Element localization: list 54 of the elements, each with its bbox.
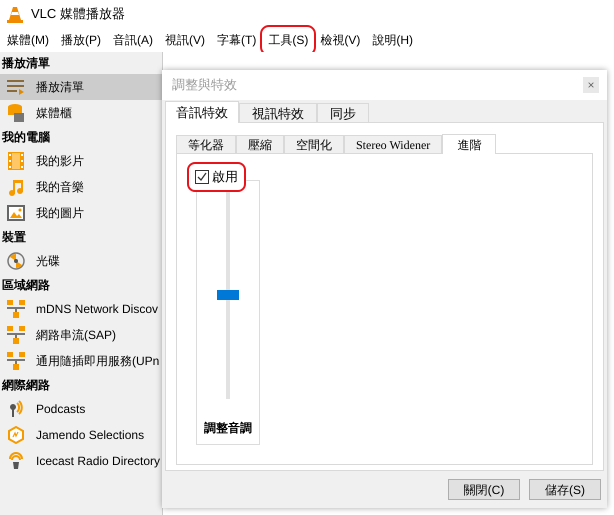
sidebar-item[interactable]: 光碟 [0,248,162,274]
sidebar-item[interactable]: Jamendo Selections [0,422,162,448]
tab[interactable]: 壓縮 [236,135,284,153]
checkbox-label[interactable]: 啟用 [212,167,238,186]
radio-signal-icon [7,452,25,470]
sidebar-item[interactable]: 我的影片 [0,148,162,174]
dialog-button[interactable]: 儲存(S) [529,479,601,500]
sidebar-item[interactable]: 網路串流(SAP) [0,322,162,348]
slider-label: 調整音調 [204,420,252,437]
close-button[interactable]: × [583,77,599,93]
sidebar-item[interactable]: 播放清單 [0,74,162,100]
film-icon [7,152,25,170]
menu-item[interactable]: 視訊(V) [159,29,211,51]
checkbox[interactable] [195,170,209,184]
sidebar-item[interactable]: Icecast Radio Directory [0,448,162,474]
sidebar-item[interactable]: 媒體櫃 [0,100,162,126]
dialog-title: 調整與特效 [172,76,237,94]
disc-icon [7,252,25,270]
menu-item[interactable]: 播放(P) [55,29,107,51]
image-icon [7,204,25,222]
section-heading: 播放清單 [0,55,51,72]
slider-thumb[interactable] [217,290,239,300]
sidebar-item[interactable]: 我的圖片 [0,200,162,226]
menu-item[interactable]: 媒體(M) [1,29,55,51]
section-heading: 區域網路 [1,277,51,294]
tab[interactable]: 空間化 [284,135,344,153]
network-icon [7,300,25,318]
tab[interactable]: 進階 [442,134,496,154]
sidebar-item[interactable]: 我的音樂 [0,174,162,200]
sidebar-item[interactable]: mDNS Network Discov [0,296,162,322]
tab[interactable]: 同步 [317,103,369,122]
list-icon [7,78,25,96]
cone-icon [7,6,23,22]
music-note-icon [7,178,25,196]
tab[interactable]: 等化器 [176,135,236,153]
menu-item[interactable]: 音訊(A) [107,29,159,51]
sidebar-item[interactable]: Podcasts [0,396,162,422]
tab[interactable]: 視訊特效 [239,103,317,122]
tab[interactable]: Stereo Widener [344,135,442,153]
sidebar-item[interactable]: 通用隨插即用服務(UPn [0,348,162,374]
section-heading: 裝置 [1,229,27,246]
network-icon [7,352,25,370]
section-heading: 我的電腦 [0,129,51,146]
hexagon-icon [7,426,25,444]
podcast-icon [7,400,25,418]
menu-item[interactable]: 說明(H) [366,29,419,51]
window-title: VLC 媒體播放器 [31,5,125,24]
menu-item[interactable]: 字幕(T) [211,29,262,51]
dialog-button[interactable]: 關閉(C) [448,479,520,500]
menu-item[interactable]: 檢視(V) [314,29,366,51]
section-heading: 網際網路 [0,377,51,394]
database-icon [7,104,25,122]
tab[interactable]: 音訊特效 [165,101,239,123]
network-icon [7,326,25,344]
